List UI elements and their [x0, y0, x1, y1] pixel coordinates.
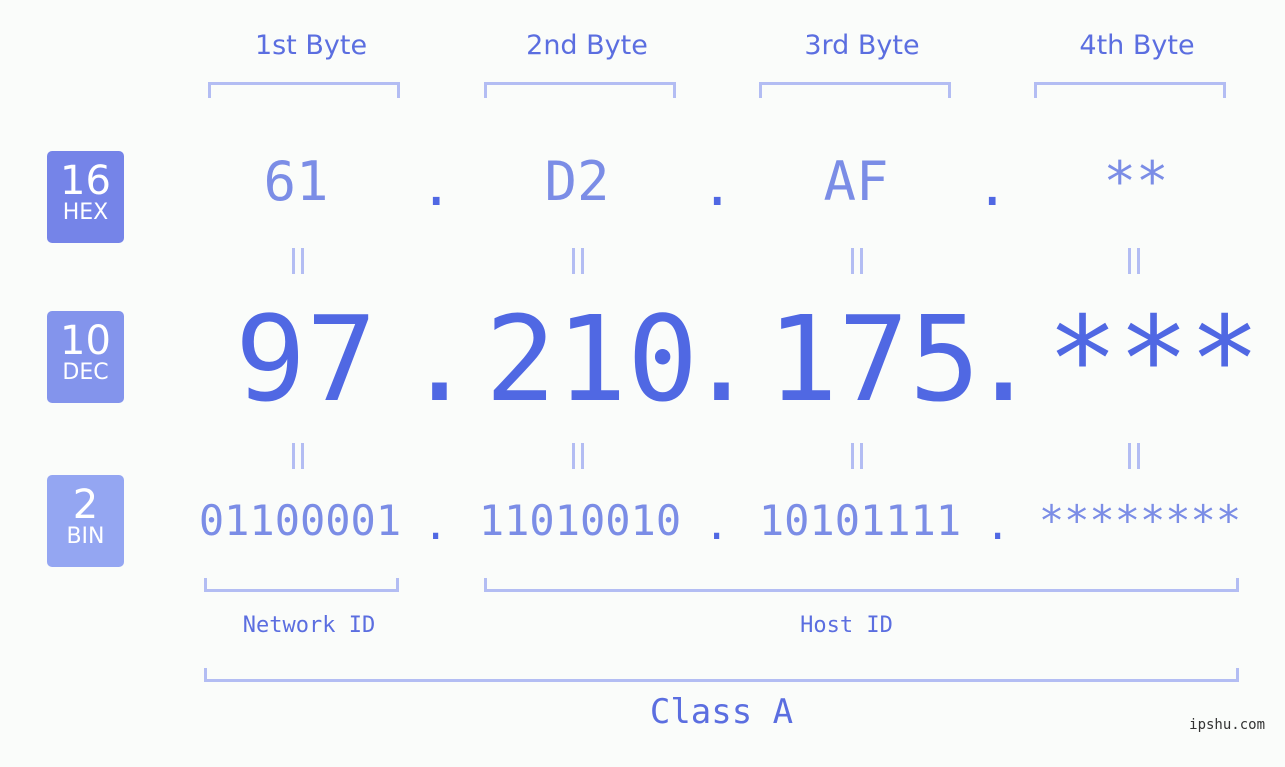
- bin-byte-3: 10101111: [758, 496, 962, 545]
- hex-byte-3: AF: [823, 150, 889, 213]
- hex-byte-2: D2: [544, 150, 610, 213]
- bin-dot-2: .: [704, 500, 730, 549]
- dec-badge-label: DEC: [62, 360, 109, 385]
- equals-icon: [851, 443, 863, 469]
- class-label: Class A: [649, 692, 794, 732]
- dec-byte-3: 175: [767, 290, 981, 428]
- dec-byte-2: 210: [485, 290, 699, 428]
- dec-byte-1: 97: [235, 290, 378, 428]
- hex-dot-3: .: [976, 155, 1009, 218]
- hex-badge: 16 HEX: [47, 151, 124, 243]
- hex-dot-2: .: [701, 155, 734, 218]
- bin-byte-1: 01100001: [198, 496, 402, 545]
- dec-dot-3: .: [968, 290, 1040, 428]
- network-id-bracket: [204, 578, 399, 592]
- byte-header-1: 1st Byte: [254, 30, 368, 61]
- byte-bracket-3: [759, 82, 951, 98]
- dec-byte-4: ***: [1047, 290, 1261, 428]
- dec-dot-2: .: [686, 290, 758, 428]
- bin-byte-2: 11010010: [478, 496, 682, 545]
- bin-dot-1: .: [423, 500, 449, 549]
- equals-icon: [1128, 248, 1140, 274]
- class-bracket: [204, 668, 1239, 682]
- byte-header-4: 4th Byte: [1079, 30, 1195, 61]
- bin-badge-label: BIN: [66, 524, 105, 549]
- equals-icon: [572, 248, 584, 274]
- byte-header-3: 3rd Byte: [804, 30, 920, 61]
- dec-dot-1: .: [404, 290, 476, 428]
- bin-dot-3: .: [985, 500, 1011, 549]
- equals-icon: [1128, 443, 1140, 469]
- dec-badge: 10 DEC: [47, 311, 124, 403]
- hex-byte-1: 61: [263, 150, 329, 213]
- dec-badge-number: 10: [60, 318, 111, 364]
- byte-bracket-1: [208, 82, 400, 98]
- bin-badge-number: 2: [72, 482, 99, 528]
- hex-dot-1: .: [420, 155, 453, 218]
- watermark: ipshu.com: [1189, 717, 1265, 733]
- host-id-bracket: [484, 578, 1239, 592]
- equals-icon: [292, 443, 304, 469]
- hex-byte-4: **: [1103, 150, 1169, 213]
- byte-header-2: 2nd Byte: [526, 30, 648, 61]
- byte-bracket-4: [1034, 82, 1226, 98]
- host-id-label: Host ID: [800, 613, 893, 638]
- equals-icon: [292, 248, 304, 274]
- equals-icon: [572, 443, 584, 469]
- network-id-label: Network ID: [242, 613, 376, 638]
- equals-icon: [851, 248, 863, 274]
- hex-badge-label: HEX: [62, 200, 109, 225]
- bin-byte-4: ********: [1038, 496, 1242, 545]
- byte-bracket-2: [484, 82, 676, 98]
- bin-badge: 2 BIN: [47, 475, 124, 567]
- hex-badge-number: 16: [60, 158, 111, 204]
